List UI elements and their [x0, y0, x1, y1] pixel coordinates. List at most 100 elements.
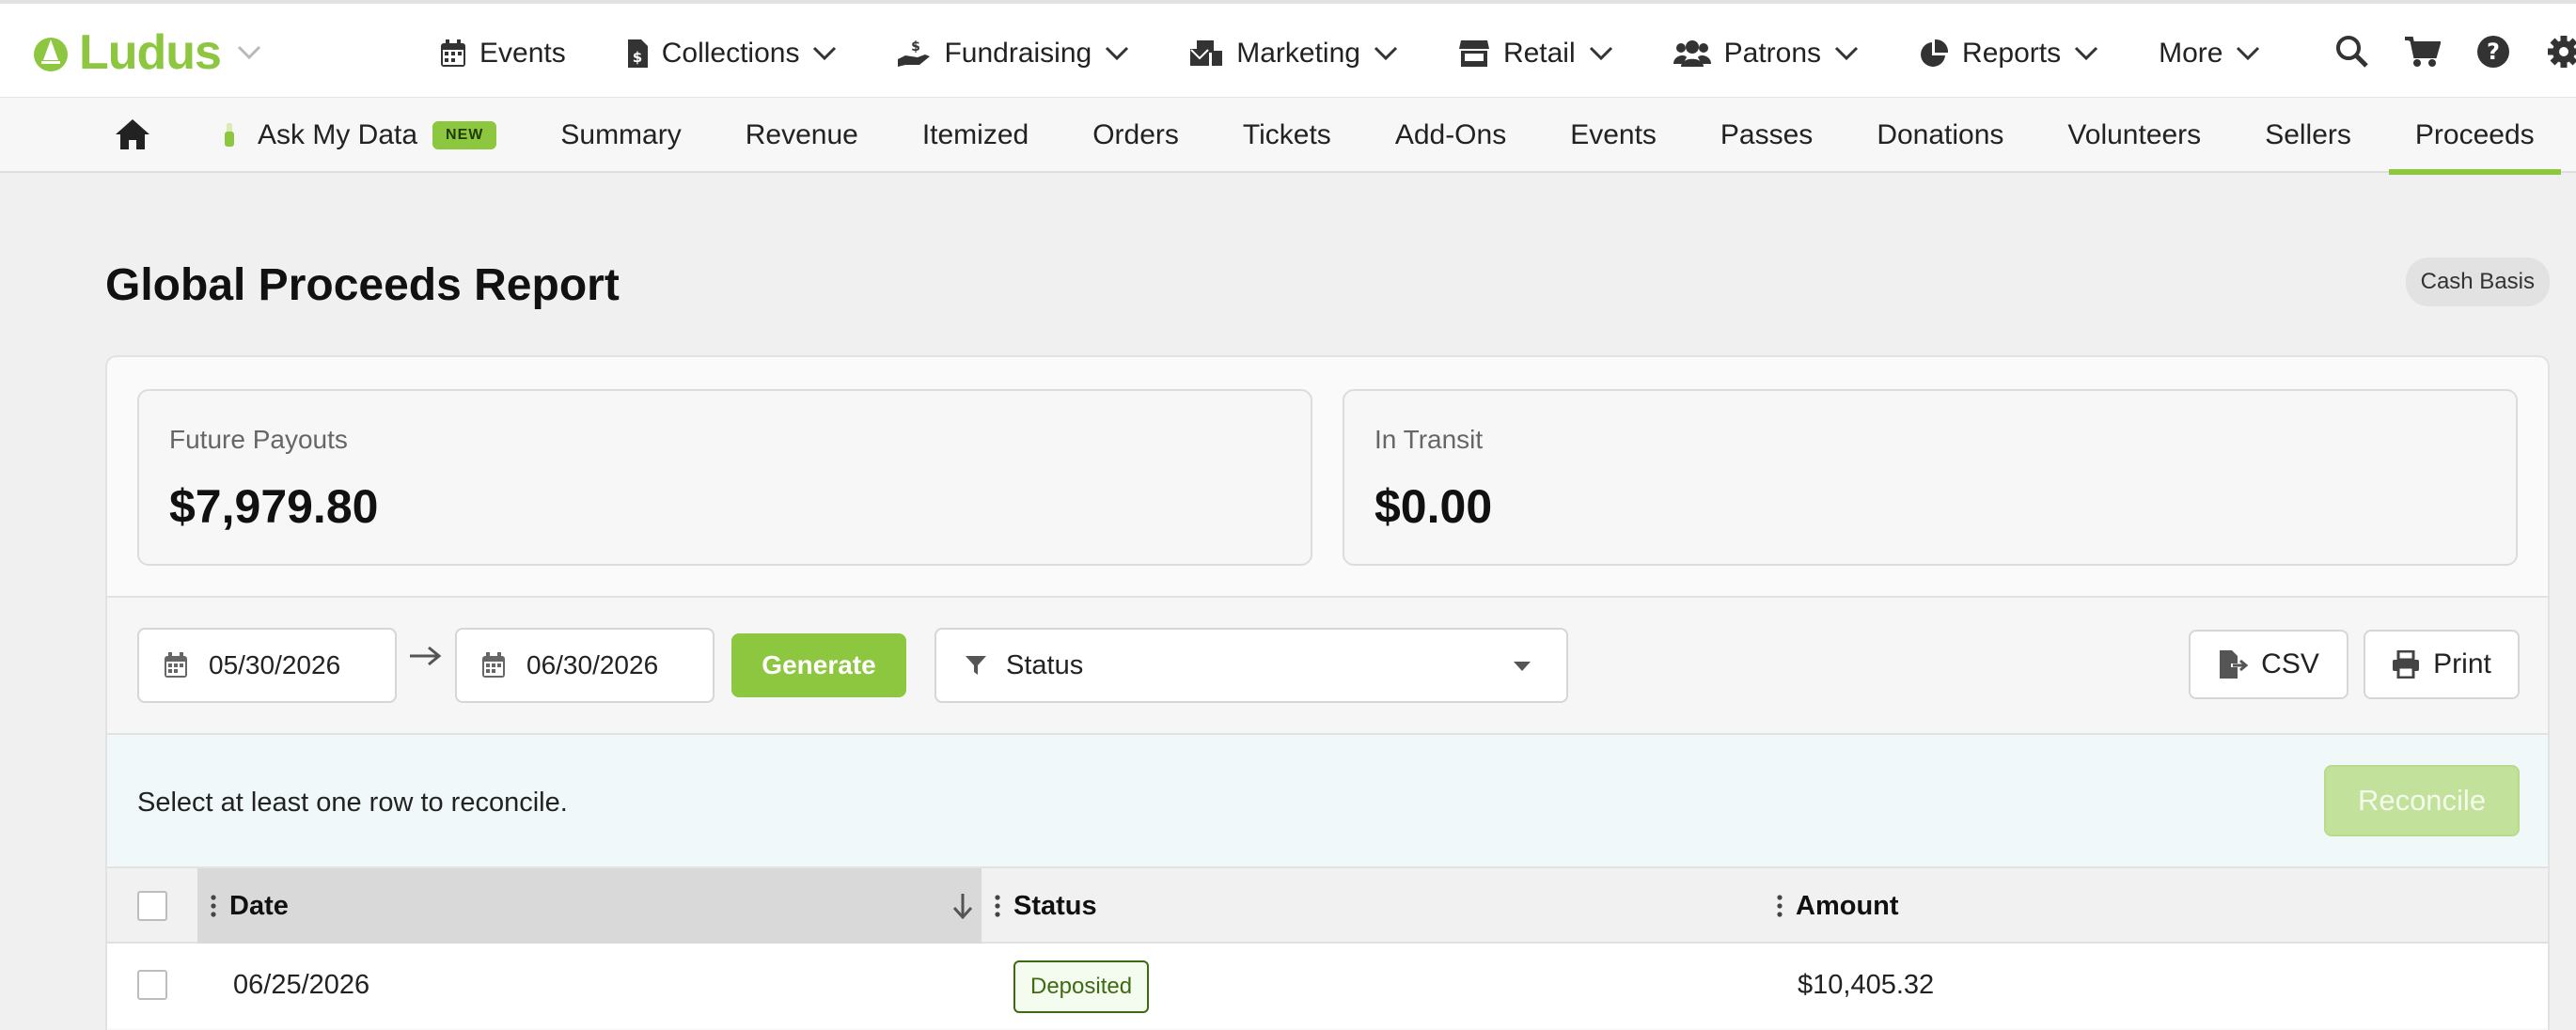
- nav-item-marketing[interactable]: Marketing: [1189, 38, 1398, 70]
- column-grip-icon: [1777, 895, 1783, 917]
- sparkle-icon: [225, 123, 234, 147]
- nav-item-more[interactable]: More: [2159, 38, 2260, 70]
- row-amount: $10,405.32: [1798, 970, 1935, 1000]
- tab-summary[interactable]: Summary: [560, 98, 681, 173]
- main-nav: Events $ Collections $ Fundraising Marke…: [440, 28, 2320, 79]
- chevron-down-icon: [1374, 46, 1397, 61]
- nav-item-retail[interactable]: Retail: [1458, 38, 1613, 70]
- tab-revenue[interactable]: Revenue: [746, 98, 858, 173]
- reports-sub-nav: Ask My Data NEW Summary Revenue Itemized…: [0, 98, 2576, 175]
- chevron-down-icon: [1834, 46, 1859, 61]
- reconcile-notice-bar: Select at least one row to reconcile. Re…: [107, 733, 2548, 866]
- tab-volunteers[interactable]: Volunteers: [2067, 98, 2201, 173]
- caret-down-icon: [1514, 662, 1531, 671]
- tab-itemized[interactable]: Itemized: [922, 98, 1029, 173]
- date-to-input[interactable]: 06/30/2026: [455, 628, 715, 703]
- sort-descending-icon[interactable]: [951, 893, 974, 919]
- nav-label: Events: [479, 38, 566, 69]
- nav-item-patrons[interactable]: Patrons: [1673, 38, 1859, 70]
- ludus-logo-mark-icon: [34, 38, 68, 71]
- in-transit-value: $0.00: [1374, 480, 1493, 533]
- generate-button[interactable]: Generate: [731, 633, 906, 697]
- svg-text:$: $: [633, 49, 642, 66]
- invoice-dollar-icon: $: [627, 39, 648, 68]
- status-filter-select[interactable]: Status: [935, 628, 1568, 703]
- future-payouts-card: Future Payouts $7,979.80: [137, 389, 1312, 566]
- chevron-down-icon[interactable]: [236, 44, 262, 61]
- column-label-status: Status: [1013, 890, 1097, 921]
- csv-export-button[interactable]: CSV: [2189, 630, 2348, 699]
- chevron-down-icon: [2075, 46, 2098, 61]
- column-label-amount: Amount: [1796, 890, 1899, 921]
- column-label-date: Date: [229, 890, 289, 921]
- nav-item-collections[interactable]: $ Collections: [626, 38, 838, 70]
- status-badge: Deposited: [1013, 960, 1150, 1013]
- nav-label: Patrons: [1723, 38, 1822, 69]
- tab-ask-my-data[interactable]: Ask My Data NEW: [222, 98, 497, 173]
- csv-label: CSV: [2261, 648, 2319, 679]
- in-transit-card: In Transit $0.00: [1343, 389, 2518, 566]
- future-payouts-value: $7,979.80: [169, 480, 379, 533]
- help-icon[interactable]: ?: [2476, 35, 2510, 73]
- row-date: 06/25/2026: [233, 970, 370, 1000]
- search-icon[interactable]: [2335, 35, 2369, 73]
- nav-item-reports[interactable]: Reports: [1919, 38, 2098, 70]
- nav-label: Reports: [1962, 38, 2062, 69]
- tab-sellers[interactable]: Sellers: [2265, 98, 2351, 173]
- calendar-icon: [165, 652, 187, 678]
- pie-chart-icon: [1921, 39, 1949, 67]
- cart-icon[interactable]: [2405, 36, 2442, 72]
- print-label: Print: [2433, 648, 2491, 679]
- new-badge: NEW: [432, 121, 497, 149]
- date-from-value: 05/30/2026: [209, 650, 341, 679]
- arrow-right-icon: [408, 645, 442, 672]
- chevron-down-icon: [1589, 46, 1612, 61]
- column-header-date[interactable]: Date: [197, 868, 982, 944]
- nav-label: More: [2159, 38, 2223, 69]
- nav-label: Retail: [1502, 38, 1576, 69]
- reconcile-button[interactable]: Reconcile: [2324, 765, 2520, 836]
- tab-passes[interactable]: Passes: [1720, 98, 1813, 173]
- column-header-status[interactable]: Status: [982, 868, 1764, 944]
- tab-proceeds[interactable]: Proceeds: [2388, 98, 2561, 175]
- reconcile-message: Select at least one row to reconcile.: [137, 788, 568, 818]
- tab-label: Ask My Data: [258, 119, 418, 150]
- calendar-icon: [482, 652, 505, 678]
- nav-label: Collections: [661, 38, 800, 69]
- proceeds-report-card: Future Payouts $7,979.80 In Transit $0.0…: [105, 355, 2550, 1030]
- gear-icon[interactable]: [2546, 34, 2576, 74]
- table-row[interactable]: 06/25/2026 Deposited $10,405.32: [107, 944, 2548, 1028]
- column-grip-icon: [995, 895, 1000, 917]
- date-to-value: 06/30/2026: [526, 650, 659, 679]
- mail-bulk-icon: [1190, 40, 1223, 66]
- table-header: Date Status Amount: [107, 866, 2548, 944]
- brand-name: Ludus: [79, 25, 222, 80]
- home-icon[interactable]: [115, 118, 150, 155]
- report-tabs: Ask My Data NEW Summary Revenue Itemized…: [222, 98, 2561, 175]
- top-utility-icons: ?: [2300, 32, 2576, 75]
- nav-item-fundraising[interactable]: $ Fundraising: [897, 38, 1129, 70]
- tab-tickets[interactable]: Tickets: [1243, 98, 1331, 173]
- date-from-input[interactable]: 05/30/2026: [137, 628, 397, 703]
- filters-bar: 05/30/2026 06/30/2026 Generate Status CS…: [107, 596, 2548, 733]
- hand-holding-dollar-icon: $: [898, 39, 931, 67]
- print-button[interactable]: Print: [2364, 630, 2520, 699]
- tab-events[interactable]: Events: [1570, 98, 1657, 173]
- cash-basis-badge: Cash Basis: [2405, 258, 2550, 306]
- row-checkbox[interactable]: [137, 970, 167, 1000]
- top-navigation-bar: Ludus Events $ Collections $ Fundraising…: [0, 0, 2576, 98]
- nav-label: Marketing: [1236, 38, 1360, 69]
- select-all-checkbox[interactable]: [137, 891, 167, 921]
- tab-donations[interactable]: Donations: [1877, 98, 2003, 173]
- ludus-logo[interactable]: Ludus: [32, 25, 262, 80]
- chevron-down-icon: [2237, 46, 2260, 61]
- printer-icon: [2393, 650, 2420, 679]
- chevron-down-icon: [1106, 46, 1129, 61]
- tab-add-ons[interactable]: Add-Ons: [1395, 98, 1506, 173]
- nav-item-events[interactable]: Events: [440, 38, 566, 70]
- in-transit-label: In Transit: [1374, 425, 1484, 454]
- file-export-icon: [2220, 650, 2249, 679]
- svg-text:$: $: [912, 39, 921, 55]
- column-header-amount[interactable]: Amount: [1764, 868, 2548, 944]
- tab-orders[interactable]: Orders: [1092, 98, 1179, 173]
